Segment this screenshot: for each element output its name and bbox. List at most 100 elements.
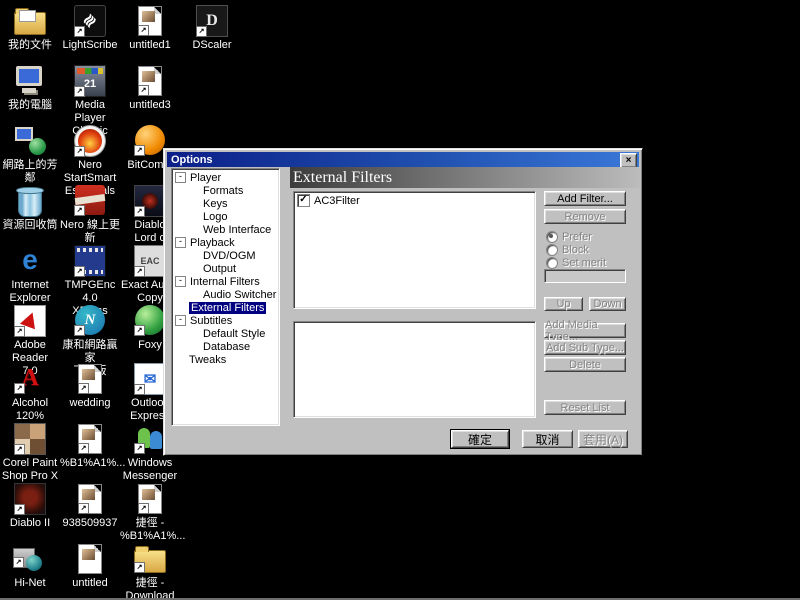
desktop-icon-untitled3[interactable]: ↗untitled3 bbox=[120, 64, 180, 112]
exact-audio-copy-icon: EAC↗ bbox=[134, 245, 166, 277]
tree-item-tweaks[interactable]: Tweaks bbox=[172, 353, 279, 366]
tree-item-dvd-ogm[interactable]: DVD/OGM bbox=[172, 249, 279, 262]
desktop-icon-nero-update[interactable]: ↗Nero 線上更新 bbox=[60, 184, 120, 245]
desktop-icon-hinet[interactable]: ↗ Hi-Net bbox=[0, 542, 60, 590]
collapse-expander-icon[interactable]: - bbox=[175, 237, 186, 248]
desktop-icon-network-places[interactable]: 網路上的芳鄰 bbox=[0, 124, 60, 185]
add-media-type-button: Add Media Type... bbox=[544, 323, 626, 338]
icon-art: N↗ bbox=[60, 304, 120, 338]
tree-item-subtitles[interactable]: -Subtitles bbox=[172, 314, 279, 327]
page-title: External Filters bbox=[293, 169, 392, 186]
shortcut-arrow-icon: ↗ bbox=[13, 557, 24, 568]
desktop-icon-alcohol-120[interactable]: A↗Alcohol 120% bbox=[0, 362, 60, 423]
icon-art: ↗ bbox=[120, 4, 180, 38]
desktop-icon-untitled1[interactable]: ↗untitled1 bbox=[120, 4, 180, 52]
options-tree[interactable]: -Player Formats Keys Logo Web Interface … bbox=[171, 168, 280, 426]
desktop-icon-938509937[interactable]: ↗ 938509937 bbox=[60, 482, 120, 530]
cancel-button[interactable]: 取消 bbox=[522, 430, 573, 448]
down-button: Down bbox=[589, 297, 626, 311]
desktop-icon-my-documents[interactable]: 我的文件 bbox=[0, 4, 60, 52]
desktop-icon-corel-paint-shop[interactable]: ↗Corel Paint Shop Pro X bbox=[0, 422, 60, 483]
check-glyph: ✓ bbox=[299, 194, 307, 205]
my-computer-icon bbox=[15, 65, 45, 95]
tmpgenc-icon: ↗ bbox=[74, 245, 106, 277]
icon-label: 我的文件 bbox=[0, 39, 60, 52]
shortcut-arrow-icon: ↗ bbox=[78, 503, 89, 514]
close-button[interactable]: × bbox=[620, 153, 637, 168]
icon-label: 我的電腦 bbox=[0, 99, 60, 112]
icon-art: ↗ bbox=[60, 362, 120, 396]
collapse-expander-icon[interactable]: - bbox=[175, 315, 186, 326]
checkbox-checked-icon[interactable]: ✓ bbox=[297, 194, 310, 207]
desktop-icon-internet-explorer[interactable]: eInternet Explorer bbox=[0, 244, 60, 305]
shortcut-arrow-icon: ↗ bbox=[134, 266, 145, 277]
desktop-icon-dscaler[interactable]: D↗DScaler bbox=[182, 4, 242, 52]
tree-item-formats[interactable]: Formats bbox=[172, 184, 279, 197]
external-filter-list[interactable]: ✓ AC3Filter bbox=[293, 191, 536, 309]
media-type-list[interactable] bbox=[293, 321, 536, 418]
icon-label: 網路上的芳鄰 bbox=[0, 159, 60, 185]
desktop-icon-my-computer[interactable]: 我的電腦 bbox=[0, 64, 60, 112]
desktop-icon-shortcut-download[interactable]: ↗ 捷徑 - Download bbox=[120, 542, 180, 600]
shortcut-arrow-icon: ↗ bbox=[78, 443, 89, 454]
icon-label: Diablo II bbox=[0, 517, 60, 530]
tree-item-web-interface[interactable]: Web Interface bbox=[172, 223, 279, 236]
icon-art: e bbox=[0, 244, 60, 278]
icon-label: %B1%A1%... bbox=[60, 457, 120, 470]
filter-list-item[interactable]: ✓ AC3Filter bbox=[294, 192, 535, 209]
windows-messenger-icon: ↗ bbox=[135, 423, 165, 453]
diablo-lod-icon: ↗ bbox=[134, 185, 166, 217]
network-places-icon bbox=[15, 125, 45, 155]
desktop-icon-wedding[interactable]: ↗wedding bbox=[60, 362, 120, 410]
shortcut-arrow-icon: ↗ bbox=[134, 206, 145, 217]
icon-label: Hi-Net bbox=[0, 577, 60, 590]
desktop-icon-untitled[interactable]: untitled bbox=[60, 542, 120, 590]
icon-art: ↗ bbox=[0, 304, 60, 338]
prefer-radio-row: Prefer bbox=[546, 231, 592, 242]
image-file-icon: ↗ bbox=[78, 364, 102, 394]
collapse-expander-icon[interactable]: - bbox=[175, 172, 186, 183]
icon-art: ↗ bbox=[120, 64, 180, 98]
icon-art: ↗ bbox=[60, 422, 120, 456]
image-file-icon: ↗ bbox=[78, 424, 102, 454]
tree-item-playback[interactable]: -Playback bbox=[172, 236, 279, 249]
shortcut-arrow-icon: ↗ bbox=[134, 325, 145, 336]
tree-item-external-filters[interactable]: External Filters bbox=[172, 301, 279, 314]
image-file-icon: ↗ bbox=[78, 484, 102, 514]
add-filter-button[interactable]: Add Filter... bbox=[544, 191, 626, 206]
folder-icon: ↗ bbox=[134, 550, 166, 573]
tree-item-audio-switcher[interactable]: Audio Switcher bbox=[172, 288, 279, 301]
icon-label: DScaler bbox=[182, 39, 242, 52]
icon-art: ↗ bbox=[0, 422, 60, 456]
desktop-icon-shortcut-b1a1[interactable]: ↗ 捷徑 - %B1%A1%... bbox=[120, 482, 180, 543]
icon-art: ↗ bbox=[60, 124, 120, 158]
media-player-classic-icon: 21↗ bbox=[74, 65, 106, 97]
tree-item-database[interactable]: Database bbox=[172, 340, 279, 353]
desktop-icon-diablo2[interactable]: ↗Diablo II bbox=[0, 482, 60, 530]
icon-label: 捷徑 - %B1%A1%... bbox=[120, 517, 180, 543]
dialog-titlebar[interactable]: Options × bbox=[167, 152, 639, 167]
tree-item-player[interactable]: -Player bbox=[172, 171, 279, 184]
add-sub-type-button: Add Sub Type... bbox=[544, 340, 626, 355]
icon-label: 捷徑 - Download bbox=[120, 577, 180, 600]
reset-list-button: Reset List bbox=[544, 400, 626, 415]
desktop-icon-b1a1-file[interactable]: ↗ %B1%A1%... bbox=[60, 422, 120, 470]
shortcut-arrow-icon: ↗ bbox=[134, 562, 145, 573]
radio-icon bbox=[546, 257, 558, 269]
icon-art bbox=[0, 184, 60, 218]
desktop-icon-lightscribe[interactable]: ≋↗LightScribe bbox=[60, 4, 120, 52]
tree-item-keys[interactable]: Keys bbox=[172, 197, 279, 210]
shortcut-arrow-icon: ↗ bbox=[138, 503, 149, 514]
ok-button[interactable]: 確定 bbox=[451, 430, 509, 448]
tree-item-default-style[interactable]: Default Style bbox=[172, 327, 279, 340]
tree-item-internal-filters[interactable]: -Internal Filters bbox=[172, 275, 279, 288]
icon-art: ↗ bbox=[120, 482, 180, 516]
collapse-expander-icon[interactable]: - bbox=[175, 276, 186, 287]
shortcut-arrow-icon: ↗ bbox=[74, 146, 85, 157]
apply-button: 套用(A) bbox=[578, 430, 628, 448]
tree-item-output[interactable]: Output bbox=[172, 262, 279, 275]
tree-item-logo[interactable]: Logo bbox=[172, 210, 279, 223]
desktop-icon-recycle-bin[interactable]: 資源回收筒 bbox=[0, 184, 60, 232]
icon-label: untitled bbox=[60, 577, 120, 590]
icon-label: 938509937 bbox=[60, 517, 120, 530]
